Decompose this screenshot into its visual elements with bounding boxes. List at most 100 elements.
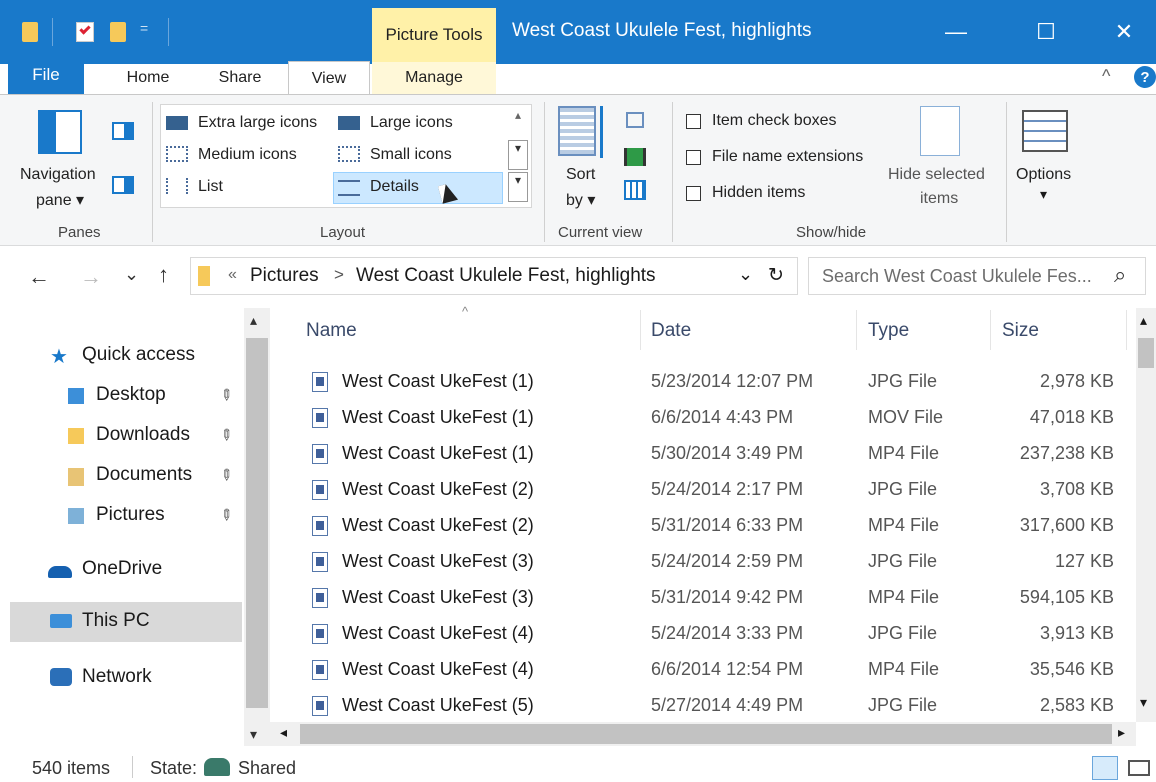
details-option[interactable]: Details — [370, 178, 419, 196]
table-row[interactable]: West Coast UkeFest (4) 5/24/2014 3:33 PM J… — [300, 615, 1130, 651]
qat-new-folder-icon[interactable] — [110, 22, 126, 42]
large-icons-option[interactable]: Large icons — [370, 114, 453, 132]
size-columns-icon[interactable] — [624, 180, 646, 200]
scroll-right-icon[interactable]: ▸ — [1118, 724, 1125, 741]
close-button[interactable]: ✕ — [1088, 0, 1156, 64]
qat-folder-icon[interactable] — [22, 22, 38, 42]
sidebar-item-documents[interactable]: Documents — [96, 464, 192, 486]
breadcrumb-current-folder[interactable]: West Coast Ukulele Fest, highlights — [356, 265, 656, 287]
nav-scroll-down-icon[interactable]: ▾ — [250, 726, 257, 743]
horizontal-scroll-thumb[interactable] — [300, 724, 1112, 744]
tab-share[interactable]: Share — [202, 62, 278, 94]
small-icons-option[interactable]: Small icons — [370, 146, 452, 164]
help-button[interactable]: ? — [1134, 66, 1156, 88]
navigation-pane-label-1[interactable]: Navigation — [20, 166, 96, 184]
navigation-pane-label-2[interactable]: pane ▾ — [36, 190, 84, 210]
search-icon[interactable]: ⌕ — [1114, 262, 1126, 288]
navigation-pane-icon[interactable] — [38, 110, 82, 154]
hidden-items-checkbox[interactable] — [686, 186, 701, 201]
item-check-boxes-label[interactable]: Item check boxes — [712, 112, 837, 130]
column-header-name[interactable]: Name — [306, 320, 357, 342]
details-pane-icon[interactable] — [112, 176, 134, 194]
gallery-expand-button[interactable]: ▾ — [508, 172, 528, 202]
file-name: West Coast UkeFest (4) — [342, 659, 534, 679]
options-icon[interactable] — [1022, 110, 1068, 152]
file-name-extensions-label[interactable]: File name extensions — [712, 148, 863, 166]
scroll-down-icon[interactable]: ▾ — [1140, 694, 1147, 711]
column-header-type[interactable]: Type — [868, 320, 909, 342]
address-dropdown-button[interactable]: ⌄ — [738, 264, 753, 285]
gallery-scroll-down-button[interactable]: ▾ — [508, 140, 528, 170]
sidebar-item-quick-access[interactable]: Quick access — [82, 344, 195, 366]
extra-large-icons-option[interactable]: Extra large icons — [198, 114, 317, 132]
minimize-button[interactable]: — — [920, 0, 992, 64]
sidebar-item-desktop[interactable]: Desktop — [96, 384, 166, 406]
list-option[interactable]: List — [198, 178, 223, 196]
file-name: West Coast UkeFest (4) — [342, 623, 534, 643]
table-row[interactable]: West Coast UkeFest (3) 5/24/2014 2:59 PM J… — [300, 543, 1130, 579]
options-dropdown-arrow[interactable]: ▾ — [1040, 186, 1047, 203]
search-input[interactable]: Search West Coast Ukulele Fes... — [822, 266, 1092, 287]
sort-by-icon[interactable] — [558, 106, 596, 156]
column-divider[interactable] — [856, 310, 857, 350]
details-view-button[interactable] — [1092, 756, 1118, 780]
table-row[interactable]: West Coast UkeFest (1) 5/23/2014 12:07 PM… — [300, 363, 1130, 399]
tab-manage[interactable]: Manage — [372, 62, 496, 94]
sidebar-item-this-pc[interactable]: This PC — [82, 610, 150, 632]
recent-locations-button[interactable]: ⌄ — [124, 264, 139, 285]
group-by-icon[interactable] — [626, 112, 644, 128]
tab-view[interactable]: View — [288, 61, 370, 95]
file-size: 2,978 KB — [1039, 371, 1114, 391]
sidebar-item-pictures[interactable]: Pictures — [96, 504, 165, 526]
add-columns-icon[interactable] — [624, 148, 646, 166]
breadcrumb-pictures[interactable]: Pictures — [250, 265, 319, 287]
options-button[interactable]: Options — [1016, 166, 1071, 184]
column-header-size[interactable]: Size — [1002, 320, 1039, 342]
preview-pane-icon[interactable] — [112, 122, 134, 140]
breadcrumb-separator[interactable]: > — [334, 265, 344, 285]
scroll-left-icon[interactable]: ◂ — [280, 724, 287, 741]
navigation-pane-scroll-thumb[interactable] — [246, 338, 268, 708]
gallery-scroll-up-button[interactable]: ▴ — [508, 108, 528, 138]
hidden-items-label[interactable]: Hidden items — [712, 184, 805, 202]
column-header-date[interactable]: Date — [651, 320, 691, 342]
sort-by-label-2[interactable]: by ▾ — [566, 190, 595, 210]
sidebar-item-downloads[interactable]: Downloads — [96, 424, 190, 446]
vertical-scroll-thumb[interactable] — [1138, 338, 1154, 368]
collapse-ribbon-button[interactable]: ^ — [1102, 66, 1110, 87]
maximize-button[interactable]: ☐ — [1010, 0, 1082, 64]
table-row[interactable]: West Coast UkeFest (1) 6/6/2014 4:43 PM MO… — [300, 399, 1130, 435]
scroll-up-icon[interactable]: ▴ — [1140, 312, 1147, 329]
file-name-extensions-checkbox[interactable] — [686, 150, 701, 165]
nav-scroll-up-icon[interactable]: ▴ — [250, 312, 257, 329]
table-row[interactable]: West Coast UkeFest (4) 6/6/2014 12:54 PM M… — [300, 651, 1130, 687]
table-row[interactable]: West Coast UkeFest (2) 5/31/2014 6:33 PM M… — [300, 507, 1130, 543]
sidebar-item-onedrive[interactable]: OneDrive — [82, 558, 162, 580]
column-divider[interactable] — [990, 310, 991, 350]
sort-by-label-1[interactable]: Sort — [566, 166, 595, 184]
column-divider[interactable] — [1126, 310, 1127, 350]
breadcrumb-overflow[interactable]: « — [228, 266, 237, 284]
table-row[interactable]: West Coast UkeFest (1) 5/30/2014 3:49 PM M… — [300, 435, 1130, 471]
medium-icons-option[interactable]: Medium icons — [198, 146, 297, 164]
file-list-vertical-scrollbar[interactable] — [1136, 308, 1156, 722]
table-row[interactable]: West Coast UkeFest (5) 5/27/2014 4:49 PM J… — [300, 687, 1130, 723]
hide-selected-items-icon[interactable] — [920, 106, 960, 156]
column-divider[interactable] — [640, 310, 641, 350]
tab-file[interactable]: File — [8, 56, 84, 94]
table-row[interactable]: West Coast UkeFest (3) 5/31/2014 9:42 PM M… — [300, 579, 1130, 615]
table-row[interactable]: West Coast UkeFest (2) 5/24/2014 2:17 PM J… — [300, 471, 1130, 507]
hide-selected-label-2[interactable]: items — [920, 190, 958, 208]
refresh-button[interactable]: ↻ — [768, 264, 784, 287]
large-icons-view-button[interactable] — [1128, 760, 1150, 776]
sidebar-item-network[interactable]: Network — [82, 666, 152, 688]
hide-selected-label-1[interactable]: Hide selected — [888, 166, 985, 184]
back-button[interactable]: ← — [28, 264, 50, 290]
tab-home[interactable]: Home — [110, 62, 186, 94]
qat-properties-icon[interactable] — [76, 22, 94, 42]
forward-button[interactable]: → — [80, 264, 102, 290]
up-button[interactable]: ↑ — [158, 262, 169, 288]
item-check-boxes-checkbox[interactable] — [686, 114, 701, 129]
qat-customize-dropdown[interactable]: = — [140, 20, 148, 36]
onedrive-icon — [48, 566, 72, 578]
